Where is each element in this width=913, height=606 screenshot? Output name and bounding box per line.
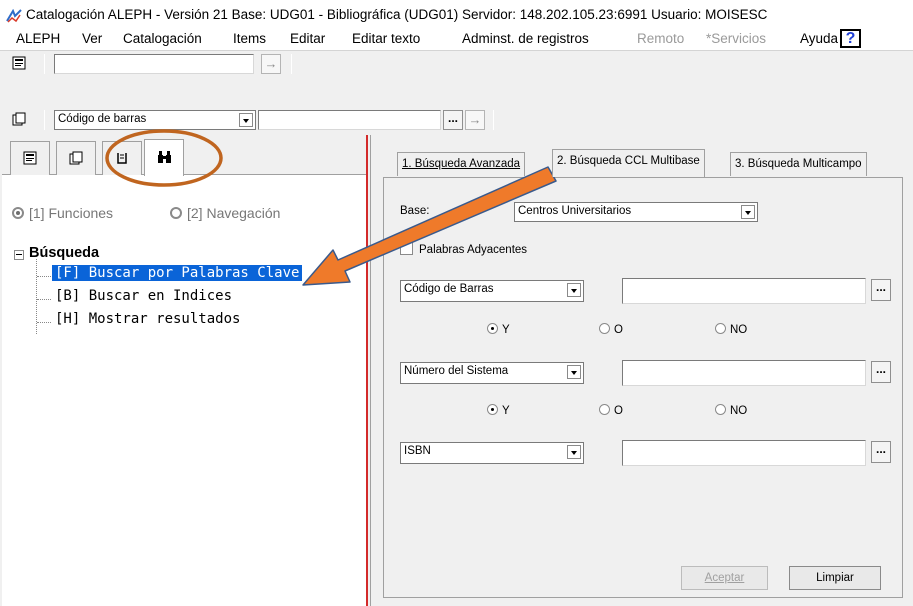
chevron-down-icon[interactable] <box>567 283 581 297</box>
barcode-type-value: Código de barras <box>58 113 147 125</box>
term-input-2[interactable] <box>622 360 866 386</box>
radio-dot <box>12 207 24 219</box>
menu-catalogacion[interactable]: Catalogación <box>123 31 202 46</box>
toolbar-item: Código de barras ... → <box>0 107 913 133</box>
accept-button[interactable]: Aceptar <box>681 566 768 590</box>
clear-button[interactable]: Limpiar <box>789 566 881 590</box>
chevron-down-icon[interactable] <box>567 445 581 459</box>
chevron-down-icon[interactable] <box>741 205 755 219</box>
marc-app-icon <box>6 9 22 23</box>
menu-remoto: Remoto <box>637 31 685 46</box>
menu-items[interactable]: Items <box>233 31 266 46</box>
radio-dot <box>487 404 498 415</box>
op-and-2[interactable]: Y <box>487 404 510 417</box>
help-icon[interactable]: ? <box>840 29 861 48</box>
radio-dot <box>487 323 498 334</box>
chevron-down-icon[interactable] <box>239 113 253 127</box>
menu-bar: ALEPH Ver Catalogación Items Editar Edit… <box>0 28 913 50</box>
tree-item-show-results[interactable]: [H] Mostrar resultados <box>52 311 243 327</box>
term-input-1[interactable] <box>622 278 866 304</box>
menu-ayuda[interactable]: Ayuda <box>800 31 838 46</box>
op-not-2[interactable]: NO <box>715 404 747 417</box>
field-select-3[interactable]: ISBN <box>400 442 584 464</box>
go-arrow-icon[interactable]: → <box>465 110 485 130</box>
op-or-1[interactable]: O <box>599 323 623 336</box>
menu-servicios: *Servicios <box>706 31 767 46</box>
radio-functions-label: [1] Funciones <box>29 205 114 221</box>
tab-copy[interactable] <box>56 141 96 175</box>
base-label: Base: <box>400 205 430 217</box>
order-icon <box>117 153 127 164</box>
radio-functions[interactable]: [1] Funciones <box>12 205 113 221</box>
radio-navigation[interactable]: [2] Navegación <box>170 205 280 221</box>
ellipsis-button[interactable]: ... <box>443 110 463 130</box>
adjacent-words-label: Palabras Adyacentes <box>419 244 528 256</box>
title-bar: Catalogación ALEPH - Versión 21 Base: UD… <box>0 0 913 28</box>
op-or-label: O <box>614 324 623 336</box>
ellipsis-button[interactable]: ... <box>871 361 891 383</box>
base-select[interactable]: Centros Universitarios <box>514 202 758 222</box>
menu-ver[interactable]: Ver <box>82 31 102 46</box>
menu-adminst-registros[interactable]: Adminst. de registros <box>462 31 589 46</box>
tab-multifield[interactable]: 3. Búsqueda Multicampo <box>730 152 867 176</box>
toolbar-record: → <box>0 50 913 76</box>
barcode-input[interactable] <box>258 110 441 130</box>
menu-aleph[interactable]: ALEPH <box>16 31 60 46</box>
window-title: Catalogación ALEPH - Versión 21 Base: UD… <box>26 7 768 22</box>
field-select-1-value: Código de Barras <box>404 283 494 295</box>
ellipsis-button[interactable]: ... <box>871 441 891 463</box>
base-value: Centros Universitarios <box>518 205 632 217</box>
checkbox[interactable] <box>400 242 413 255</box>
radio-dot <box>170 207 182 219</box>
barcode-type-select[interactable]: Código de barras <box>54 110 256 130</box>
op-not-label: NO <box>730 405 748 417</box>
radio-dot <box>599 323 610 334</box>
collapse-icon[interactable] <box>14 250 24 260</box>
menu-editar[interactable]: Editar <box>290 31 325 46</box>
right-panel: 1. Búsqueda Avanzada 2. Búsqueda CCL Mul… <box>370 135 913 606</box>
record-icon[interactable] <box>12 56 26 70</box>
go-arrow-icon[interactable]: → <box>261 54 281 74</box>
adjacent-words-checkbox[interactable]: Palabras Adyacentes <box>400 242 527 256</box>
radio-dot <box>715 323 726 334</box>
tree-group-busqueda[interactable]: Búsqueda <box>29 245 99 261</box>
tab-advanced-search[interactable]: 1. Búsqueda Avanzada <box>397 152 526 176</box>
op-or-label: O <box>614 405 623 417</box>
op-and-1[interactable]: Y <box>487 323 510 336</box>
left-tab-bar <box>2 135 366 176</box>
record-number-input[interactable] <box>54 54 254 74</box>
tab-record[interactable] <box>10 141 50 175</box>
field-select-2[interactable]: Número del Sistema <box>400 362 584 384</box>
op-and-label: Y <box>502 405 510 417</box>
op-not-1[interactable]: NO <box>715 323 747 336</box>
ellipsis-button[interactable]: ... <box>871 279 891 301</box>
field-select-1[interactable]: Código de Barras <box>400 280 584 302</box>
radio-dot <box>599 404 610 415</box>
tree-item-keyword-search[interactable]: [F] Buscar por Palabras Clave <box>50 264 304 282</box>
search-form: Base: Centros Universitarios Palabras Ad… <box>383 177 903 598</box>
field-select-2-value: Número del Sistema <box>404 365 509 377</box>
op-or-2[interactable]: O <box>599 404 623 417</box>
tree-item-index-search[interactable]: [B] Buscar en Indices <box>52 288 235 304</box>
tab-order[interactable] <box>102 141 142 175</box>
field-select-3-value: ISBN <box>404 445 431 457</box>
copy-icon[interactable] <box>12 112 26 126</box>
op-and-label: Y <box>502 324 510 336</box>
binoculars-icon <box>158 151 171 163</box>
term-input-3[interactable] <box>622 440 866 466</box>
copy-icon <box>69 151 83 165</box>
radio-navigation-label: [2] Navegación <box>187 205 281 221</box>
chevron-down-icon[interactable] <box>567 365 581 379</box>
left-panel: [1] Funciones [2] Navegación Búsqueda [F… <box>2 135 368 606</box>
radio-dot <box>715 404 726 415</box>
tab-ccl-multibase[interactable]: 2. Búsqueda CCL Multibase <box>552 149 705 177</box>
menu-editar-texto[interactable]: Editar texto <box>352 31 420 46</box>
op-not-label: NO <box>730 324 748 336</box>
record-icon <box>23 151 37 165</box>
tab-search[interactable] <box>144 139 184 176</box>
